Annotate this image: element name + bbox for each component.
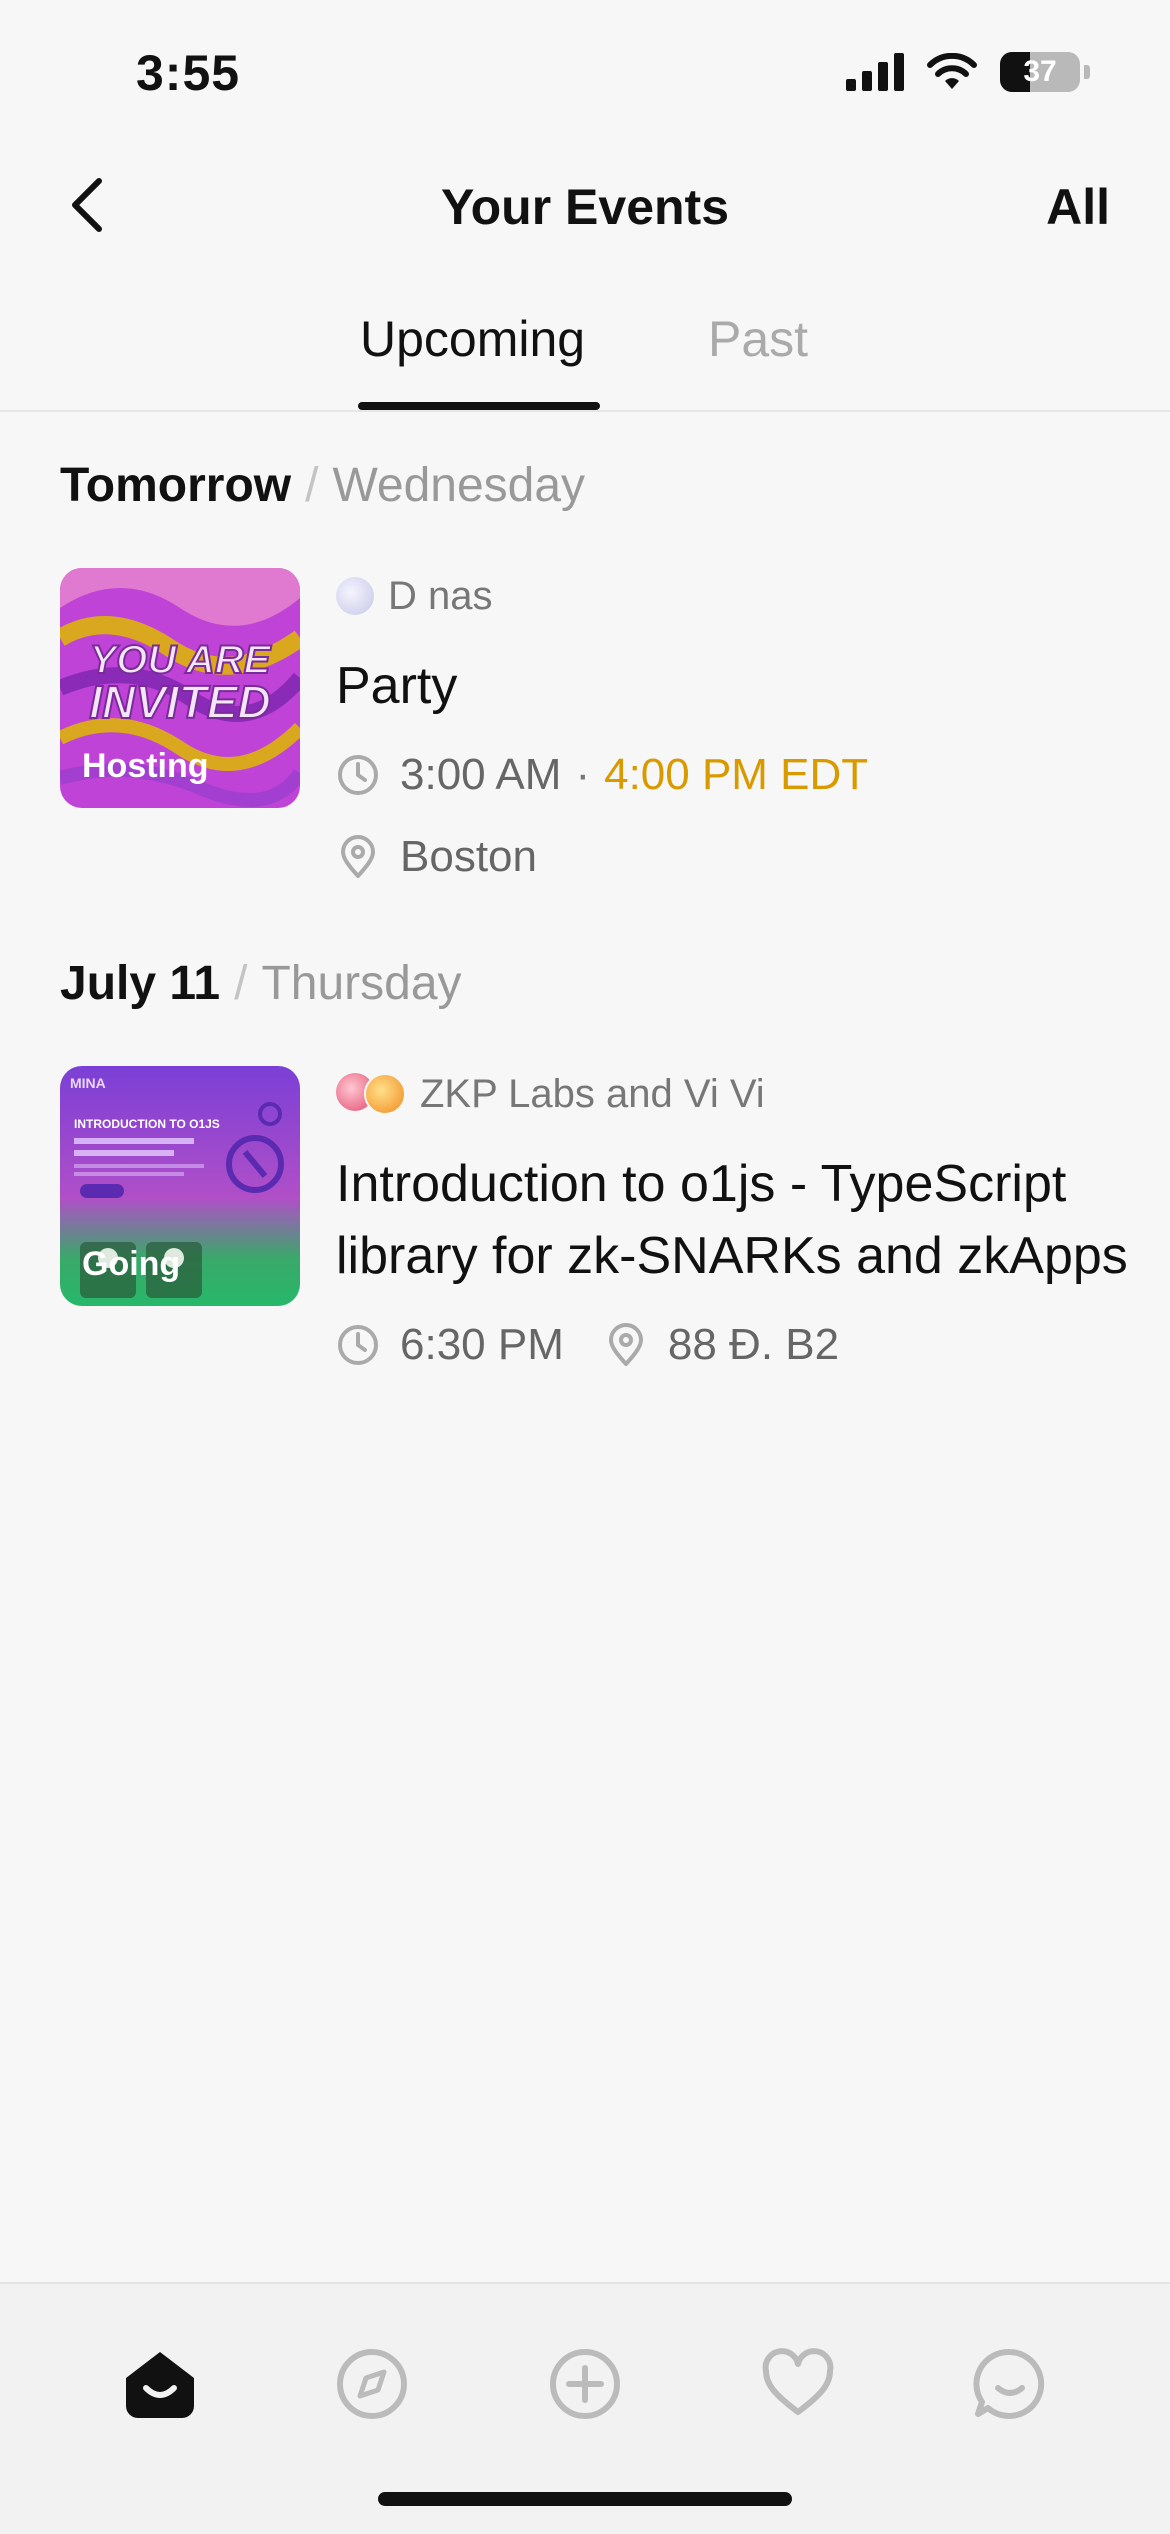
active-tab-indicator (358, 402, 600, 410)
host-avatar (364, 1073, 406, 1115)
page-title: Your Events (440, 179, 730, 235)
heart-icon (762, 2348, 834, 2415)
event-location-row: Boston (336, 828, 1130, 886)
section-header: Tomorrow / Wednesday (60, 458, 585, 513)
event-title: Party (336, 657, 458, 715)
event-card[interactable]: ZKP Labs and Vi Vi Introduction to o1js … (336, 1066, 1130, 1374)
invited-text-2: INVITED (89, 676, 270, 728)
explore-tab[interactable] (332, 2344, 412, 2424)
section-slash: / (234, 957, 248, 1010)
tab-bar: Upcoming Past (0, 310, 1170, 410)
tab-past[interactable]: Past (708, 310, 808, 368)
all-button[interactable]: All (1046, 178, 1110, 236)
status-time: 3:55 (136, 45, 241, 101)
event-time-end: 4:00 PM EDT (604, 750, 869, 799)
host-avatar (336, 577, 374, 615)
section-weekday: Wednesday (332, 459, 586, 512)
clock-icon (338, 1325, 378, 1365)
event-time: 6:30 PM (400, 1320, 564, 1369)
event-host: ZKP Labs and Vi Vi (420, 1071, 765, 1116)
section-date: Tomorrow (60, 459, 292, 512)
battery-percent: 37 (1023, 55, 1057, 88)
event-thumbnail[interactable]: MINA INTRODUCTION TO O1JS Going (60, 1066, 300, 1306)
section-weekday: Thursday (261, 957, 462, 1010)
event-card[interactable]: D nas Party 3:00 AM · 4:00 PM EDT Boston (336, 568, 1130, 886)
home-tab[interactable] (120, 2344, 200, 2424)
compass-icon (337, 2349, 407, 2419)
event-time-start: 3:00 AM (400, 750, 562, 799)
location-pin-icon (608, 1323, 643, 1366)
hosting-badge: Hosting (82, 747, 209, 785)
event-title: Introduction to o1js - TypeScript librar… (336, 1155, 1128, 1285)
clock-icon (338, 755, 378, 795)
battery-icon: 37 (1000, 52, 1080, 92)
event-location: Boston (400, 832, 537, 881)
chat-tab[interactable] (970, 2344, 1050, 2424)
wifi-icon (927, 53, 977, 89)
battery-cap (1084, 65, 1090, 79)
home-icon (126, 2352, 194, 2418)
status-icons: 37 (846, 52, 1090, 92)
location-pin-icon (341, 835, 375, 878)
header-divider (0, 410, 1170, 412)
section-slash: / (305, 459, 319, 512)
cellular-signal-icon (846, 53, 904, 91)
favorites-tab[interactable] (758, 2344, 838, 2424)
event-time-row: 3:00 AM · 4:00 PM EDT (336, 746, 1130, 804)
chat-icon (973, 2348, 1045, 2419)
create-tab[interactable] (545, 2344, 625, 2424)
tab-upcoming[interactable]: Upcoming (360, 310, 585, 368)
section-header: July 11/Thursday (60, 956, 462, 1011)
home-indicator[interactable] (378, 2492, 792, 2506)
event-host: D nas (388, 573, 493, 618)
host-avatars (336, 1073, 406, 1115)
section-date: July 11 (60, 957, 221, 1010)
artwork-brand-text: MINA (70, 1075, 106, 1091)
event-thumbnail[interactable]: YOU ARE INVITED Hosting (60, 568, 300, 808)
artwork-title-text: INTRODUCTION TO O1JS (74, 1117, 220, 1131)
time-separator: · (575, 750, 591, 799)
event-meta-row: 6:30 PM 88 Đ. B2 (336, 1316, 1130, 1374)
plus-circle-icon (550, 2349, 620, 2419)
event-host-row: ZKP Labs and Vi Vi (336, 1066, 1130, 1122)
going-badge: Going (82, 1245, 181, 1283)
event-location: 88 Đ. B2 (667, 1320, 840, 1369)
event-host-row: D nas (336, 568, 1130, 624)
